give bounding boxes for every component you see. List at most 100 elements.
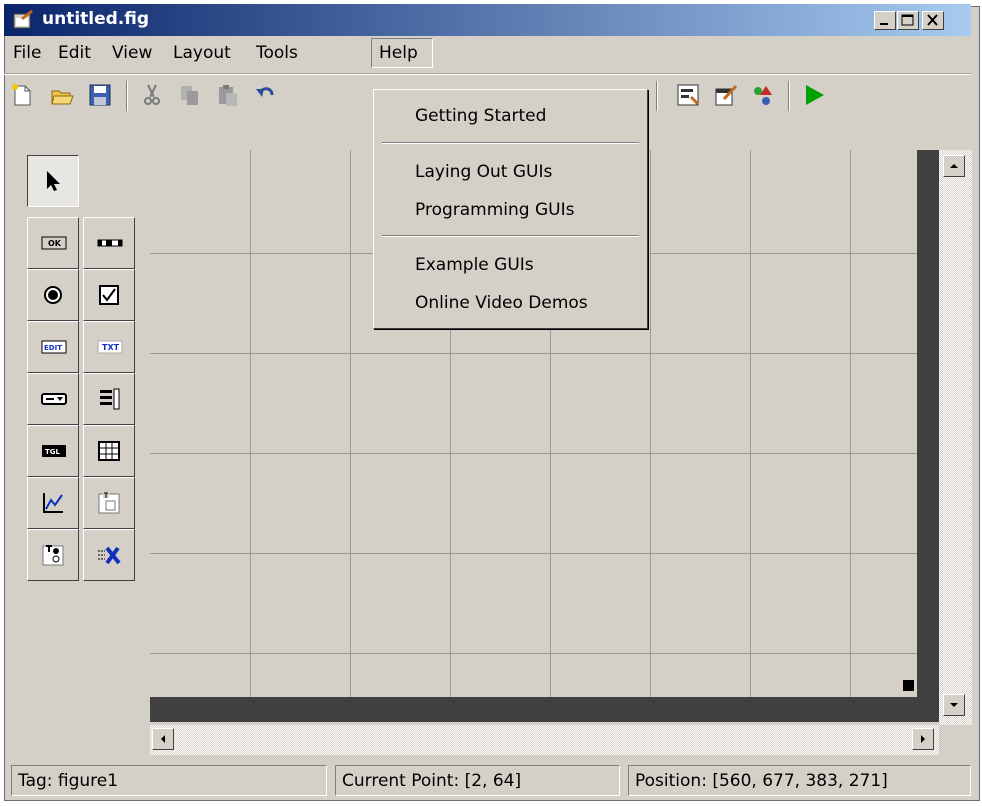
menu-separator: [382, 235, 639, 237]
save-button[interactable]: [84, 79, 116, 111]
menu-view[interactable]: View: [105, 38, 159, 68]
static-text-tool[interactable]: TXT: [83, 321, 135, 373]
run-figure-icon: [806, 85, 824, 105]
figure-app-icon: [13, 10, 33, 29]
check-box-icon: [99, 285, 119, 305]
canvas-bottom-edge: [150, 697, 917, 722]
menu-item-laying-out-guis[interactable]: Laying Out GUIs: [415, 158, 552, 186]
menu-item-online-video-demos[interactable]: Online Video Demos: [415, 289, 588, 317]
toolbar-separator: [788, 81, 790, 111]
select-tool-button[interactable]: [27, 155, 79, 207]
txt-label: TXT: [102, 343, 120, 352]
cut-button[interactable]: [136, 79, 168, 111]
status-tag: Tag: figure1: [11, 765, 327, 796]
push-button-tool[interactable]: OK: [27, 217, 79, 269]
static-text-icon: TXT: [97, 340, 123, 354]
minimize-button[interactable]: [874, 11, 896, 30]
maximize-icon: [901, 14, 914, 26]
menu-editor-button[interactable]: [710, 79, 742, 111]
close-button[interactable]: [922, 11, 944, 30]
save-icon: [89, 84, 111, 106]
menu-layout[interactable]: Layout: [166, 38, 238, 68]
menu-item-example-guis[interactable]: Example GUIs: [415, 251, 534, 279]
scroll-left-button[interactable]: [152, 728, 174, 750]
component-palette: OK EDIT TXT TGL: [27, 155, 141, 600]
button-group-icon: [42, 545, 64, 566]
grid-line: [750, 150, 751, 697]
window-title: untitled.fig: [42, 9, 150, 29]
arrow-up-icon: [950, 164, 958, 168]
open-folder-icon: [51, 90, 74, 105]
toggle-button-tool[interactable]: TGL: [27, 425, 79, 477]
menu-tools[interactable]: Tools: [249, 38, 305, 68]
ok-label: OK: [48, 239, 62, 248]
grid-line: [150, 653, 917, 654]
grid-line: [150, 453, 917, 454]
edit-text-tool[interactable]: EDIT: [27, 321, 79, 373]
toolbar-separator: [126, 81, 128, 111]
grid-line: [150, 553, 917, 554]
copy-button[interactable]: [174, 79, 206, 111]
menu-item-programming-guis[interactable]: Programming GUIs: [415, 196, 574, 224]
status-position: Position: [560, 677, 383, 271]: [628, 765, 971, 796]
table-icon: [98, 441, 120, 461]
property-inspector-button[interactable]: [748, 79, 780, 111]
scroll-up-button[interactable]: [943, 155, 965, 177]
help-menu-dropdown: Getting Started Laying Out GUIs Programm…: [373, 89, 648, 329]
menu-edit[interactable]: Edit: [51, 38, 98, 68]
panel-tool[interactable]: [83, 477, 135, 529]
open-button[interactable]: [46, 79, 78, 111]
push-button-icon: OK: [41, 236, 67, 250]
paste-icon: [219, 85, 237, 106]
menu-item-getting-started[interactable]: Getting Started: [415, 102, 546, 130]
copy-icon: [181, 86, 198, 105]
listbox-icon: [100, 388, 120, 410]
arrow-left-icon: [161, 735, 165, 743]
undo-button[interactable]: [250, 79, 282, 111]
menu-help[interactable]: Help: [371, 38, 433, 68]
align-objects-button[interactable]: [672, 79, 704, 111]
slider-icon: [97, 239, 123, 247]
scroll-right-button[interactable]: [912, 728, 934, 750]
table-tool[interactable]: [83, 425, 135, 477]
select-arrow-icon: [47, 171, 60, 191]
activex-control-icon: [98, 546, 121, 565]
toggle-button-icon: TGL: [42, 445, 66, 457]
canvas-right-edge: [917, 150, 939, 722]
undo-icon: [256, 87, 274, 97]
listbox-tool[interactable]: [83, 373, 135, 425]
vertical-scrollbar[interactable]: [939, 150, 972, 725]
button-group-tool[interactable]: [27, 529, 79, 581]
radio-button-tool[interactable]: [27, 269, 79, 321]
status-current-point: Current Point: [2, 64]: [335, 765, 620, 796]
minimize-icon: [880, 23, 888, 25]
axes-icon: [43, 493, 63, 513]
grid-line: [350, 150, 351, 697]
slider-tool[interactable]: [83, 217, 135, 269]
canvas-resize-handle[interactable]: [903, 680, 914, 691]
edit-text-icon: EDIT: [41, 340, 67, 354]
horizontal-scrollbar[interactable]: [150, 725, 939, 755]
paste-button[interactable]: [212, 79, 244, 111]
align-objects-icon: [677, 84, 700, 106]
arrow-down-icon: [950, 703, 958, 707]
close-icon: [927, 14, 938, 26]
grid-line: [650, 150, 651, 697]
axes-tool[interactable]: [27, 477, 79, 529]
new-file-button[interactable]: [6, 79, 38, 111]
new-file-icon: [12, 84, 31, 106]
arrow-right-icon: [921, 735, 925, 743]
activex-control-tool[interactable]: [83, 529, 135, 581]
title-bar[interactable]: untitled.fig: [4, 4, 971, 36]
check-box-tool[interactable]: [83, 269, 135, 321]
menu-file[interactable]: File: [6, 38, 48, 68]
maximize-button[interactable]: [897, 11, 919, 30]
edit-label: EDIT: [44, 344, 62, 352]
menu-separator: [382, 142, 639, 144]
cut-icon: [144, 84, 160, 105]
scroll-down-button[interactable]: [943, 694, 965, 716]
popup-menu-icon: [41, 393, 67, 405]
popup-menu-tool[interactable]: [27, 373, 79, 425]
grid-line: [150, 353, 917, 354]
run-figure-button[interactable]: [798, 79, 830, 111]
